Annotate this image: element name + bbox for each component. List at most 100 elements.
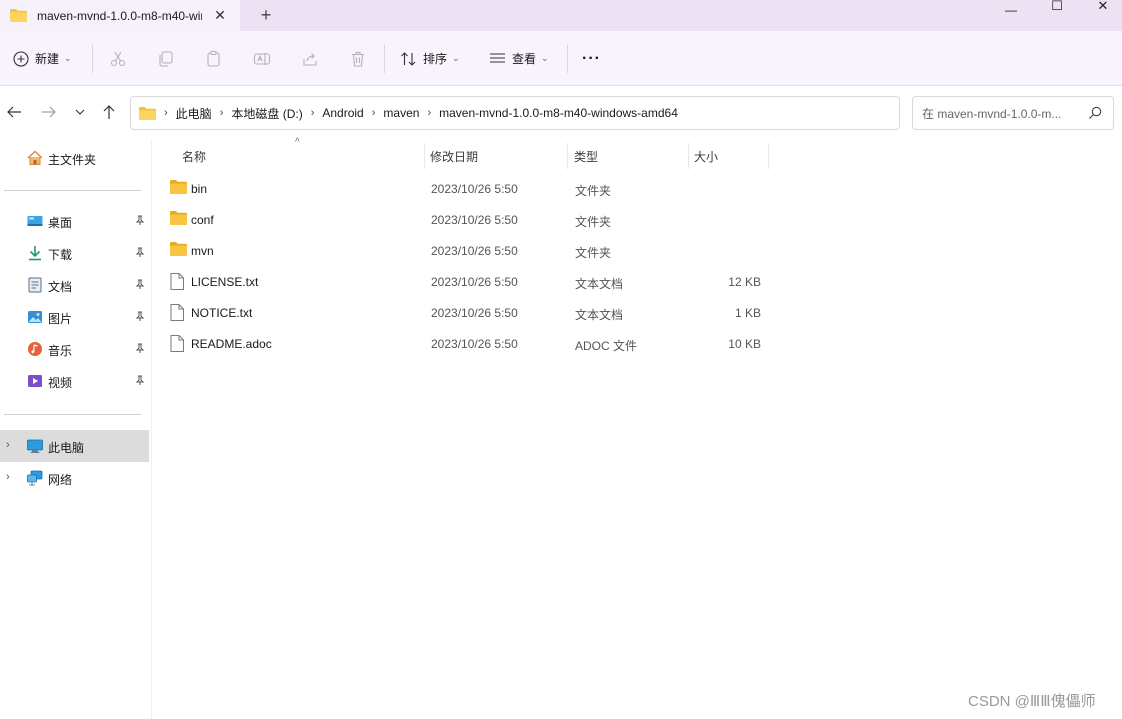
clipboard-icon: [205, 50, 223, 68]
column-header-type[interactable]: 类型: [568, 142, 688, 170]
pin-icon[interactable]: [135, 279, 145, 292]
column-header-name[interactable]: 名称: [176, 142, 424, 170]
sidebar-item-label: 文档: [48, 280, 73, 294]
address-bar[interactable]: › 此电脑 › 本地磁盘 (D:) › Android › maven › ma…: [130, 96, 1018, 130]
breadcrumb-separator[interactable]: ›: [220, 107, 224, 119]
search-icon[interactable]: [1088, 106, 1102, 123]
file-size: 1 KB: [734, 306, 761, 320]
sort-label: 排序: [423, 52, 448, 66]
sidebar-item-documents[interactable]: 文档: [0, 269, 149, 301]
window-close-button[interactable]: ✕: [1080, 0, 1122, 14]
file-row[interactable]: mvn 2023/10/26 5:50 文件夹: [160, 235, 770, 266]
breadcrumb-android[interactable]: Android: [322, 106, 363, 120]
sidebar-item-label: 下载: [48, 248, 73, 262]
more-options-button[interactable]: ···: [582, 31, 601, 86]
file-name: README.adoc: [191, 337, 272, 351]
cut-button[interactable]: [109, 31, 127, 86]
file-modified-date: 2023/10/26 5:50: [431, 337, 518, 351]
sidebar-item-label: 图片: [48, 312, 73, 326]
arrow-right-icon: [42, 106, 56, 118]
up-button[interactable]: [97, 100, 121, 124]
search-input[interactable]: 在 maven-mvnd-1.0.0-m...: [912, 96, 1114, 130]
back-button[interactable]: [2, 100, 26, 124]
new-tab-button[interactable]: +: [255, 5, 277, 25]
sidebar-item-downloads[interactable]: 下载: [0, 237, 149, 269]
column-header-size[interactable]: 大小: [688, 142, 768, 170]
breadcrumb-separator[interactable]: ›: [311, 107, 315, 119]
file-type: 文件夹: [575, 246, 612, 260]
sidebar-item-pictures[interactable]: 图片: [0, 301, 149, 333]
file-name: mvn: [191, 244, 214, 258]
column-header-date[interactable]: 修改日期: [424, 142, 567, 170]
file-row[interactable]: NOTICE.txt 2023/10/26 5:50 文本文档 1 KB: [160, 297, 770, 328]
minimize-button[interactable]: —: [988, 4, 1034, 18]
forward-button[interactable]: [37, 100, 61, 124]
breadcrumb-local-disk[interactable]: 本地磁盘 (D:): [231, 105, 302, 122]
sidebar-item-this-pc[interactable]: › 此电脑: [0, 430, 149, 462]
expand-chevron-icon[interactable]: ›: [6, 439, 10, 451]
copy-icon: [157, 50, 175, 68]
new-button[interactable]: 新建 ⌄: [13, 31, 72, 86]
file-type: 文本文档: [575, 308, 624, 322]
command-bar: 新建 ⌄ 排序 ⌄ 查看 ⌄ ···: [0, 31, 1122, 86]
sidebar-item-label: 网络: [48, 473, 73, 487]
file-modified-date: 2023/10/26 5:50: [431, 244, 518, 258]
pin-icon[interactable]: [135, 375, 145, 388]
file-type: 文件夹: [575, 215, 612, 229]
video-icon: [28, 375, 42, 387]
sidebar-item-network[interactable]: › 网络: [0, 462, 149, 494]
rename-button[interactable]: [253, 31, 271, 86]
breadcrumb-separator[interactable]: ›: [164, 107, 168, 119]
paste-button[interactable]: [205, 31, 223, 86]
sidebar-divider: [4, 414, 141, 415]
view-button[interactable]: 查看 ⌄: [489, 31, 549, 86]
breadcrumb-separator[interactable]: ›: [427, 107, 431, 119]
sidebar-item-label: 此电脑: [48, 441, 85, 455]
pin-icon[interactable]: [135, 311, 145, 324]
desktop-icon: [27, 216, 43, 226]
sidebar-item-home[interactable]: 主文件夹: [0, 142, 149, 174]
pin-icon[interactable]: [135, 247, 145, 260]
sidebar-item-label: 视频: [48, 376, 73, 390]
tab-title: maven-mvnd-1.0.0-m8-m40-windows-amd64: [37, 8, 202, 23]
view-label: 查看: [512, 52, 537, 66]
column-divider[interactable]: [768, 143, 769, 169]
sidebar-item-music[interactable]: 音乐: [0, 333, 149, 365]
folder-icon: [10, 9, 27, 22]
view-list-icon: [489, 52, 506, 66]
expand-chevron-icon[interactable]: ›: [6, 471, 10, 483]
file-row[interactable]: conf 2023/10/26 5:50 文件夹: [160, 204, 770, 235]
pin-icon[interactable]: [135, 215, 145, 228]
copy-button[interactable]: [157, 31, 175, 86]
delete-button[interactable]: [349, 31, 367, 86]
sidebar-item-desktop[interactable]: 桌面: [0, 205, 149, 237]
recent-locations-button[interactable]: [68, 100, 92, 124]
file-row[interactable]: LICENSE.txt 2023/10/26 5:50 文本文档 12 KB: [160, 266, 770, 297]
chevron-down-icon: ⌄: [541, 53, 549, 63]
plus-circle-icon: [13, 50, 29, 67]
music-icon: [28, 342, 42, 356]
tab-active[interactable]: maven-mvnd-1.0.0-m8-m40-windows-amd64: [0, 0, 240, 31]
file-type: 文件夹: [575, 184, 612, 198]
title-bar: maven-mvnd-1.0.0-m8-m40-windows-amd64 ✕ …: [0, 0, 1122, 31]
breadcrumb-separator[interactable]: ›: [372, 107, 376, 119]
file-size: 10 KB: [728, 337, 761, 351]
folder-icon: [170, 242, 187, 259]
breadcrumb-this-pc[interactable]: 此电脑: [176, 105, 212, 122]
maximize-button[interactable]: ☐: [1034, 0, 1080, 14]
file-type: 文本文档: [575, 277, 624, 291]
arrow-up-icon: [103, 105, 115, 119]
share-button[interactable]: [301, 31, 319, 86]
navigation-pane: 主文件夹 桌面 下载 文档 图片 音乐 视频 › 此电脑 › 网络: [0, 140, 152, 719]
tab-close-button[interactable]: ✕: [210, 6, 230, 24]
breadcrumb-maven[interactable]: maven: [383, 106, 419, 120]
file-row[interactable]: README.adoc 2023/10/26 5:50 ADOC 文件 10 KB: [160, 328, 770, 359]
file-row[interactable]: bin 2023/10/26 5:50 文件夹: [160, 173, 770, 204]
pin-icon[interactable]: [135, 343, 145, 356]
breadcrumb-current-folder[interactable]: maven-mvnd-1.0.0-m8-m40-windows-amd64: [439, 106, 678, 120]
rename-icon: [253, 50, 271, 68]
text-file-icon: [170, 273, 184, 293]
folder-icon: [170, 180, 187, 197]
sort-button[interactable]: 排序 ⌄: [400, 31, 460, 86]
sidebar-item-videos[interactable]: 视频: [0, 365, 149, 397]
